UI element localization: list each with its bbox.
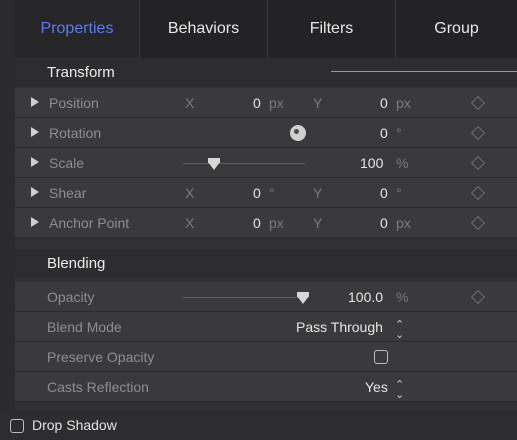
unit-label: px [396,95,411,111]
x-label: X [185,215,195,231]
keyframe-diamond-icon[interactable] [470,185,486,201]
y-label: Y [313,95,323,111]
drop-shadow-checkbox[interactable] [10,419,24,433]
tab-properties[interactable]: Properties [15,0,140,58]
row-label: Scale [49,155,85,171]
opacity-value[interactable]: 100.0 [348,289,383,305]
row-label: Shear [49,185,87,201]
y-label: Y [313,215,323,231]
up-down-chevron-icon[interactable]: ⌃ ⌄ [395,380,404,401]
scale-value[interactable]: 100 [360,155,383,171]
tab-filters[interactable]: Filters [268,0,396,58]
row-label: Position [49,95,99,111]
rotation-dial-icon[interactable] [290,125,306,141]
tab-label: Filters [309,20,354,37]
anchor-y-value[interactable]: 0 [380,215,388,231]
tab-label: Behaviors [167,20,240,37]
unit-label: ° [396,125,402,141]
row-label: Opacity [47,289,95,305]
y-label: Y [313,185,323,201]
drop-shadow-row: Drop Shadow [0,410,517,440]
unit-label: px [269,215,284,231]
tab-label: Properties [40,20,114,37]
unit-label: % [396,155,409,171]
disclosure-triangle-icon[interactable] [31,157,39,167]
row-preserve-opacity: Preserve Opacity [15,342,517,372]
keyframe-diamond-icon[interactable] [470,95,486,111]
disclosure-triangle-icon[interactable] [31,187,39,197]
row-position: Position X 0 px Y 0 px [15,88,517,118]
keyframe-diamond-icon[interactable] [470,215,486,231]
rotation-value[interactable]: 0 [380,125,388,141]
unit-label: % [396,289,409,305]
scale-slider-track[interactable] [183,163,305,164]
row-anchor-point: Anchor Point X 0 px Y 0 px [15,208,517,238]
tab-label: Group [434,20,479,37]
section-header-transform[interactable]: Transform [15,58,517,87]
position-y-value[interactable]: 0 [380,95,388,111]
unit-label: px [396,215,411,231]
row-rotation: Rotation 0 ° [15,118,517,148]
tab-bar: Properties Behaviors Filters Group [15,0,517,58]
tab-group[interactable]: Group [396,0,517,58]
section-divider [331,71,517,72]
row-scale: Scale 100 % [15,148,517,178]
keyframe-diamond-icon[interactable] [470,125,486,141]
tab-behaviors[interactable]: Behaviors [140,0,268,58]
up-down-chevron-icon[interactable]: ⌃ ⌄ [395,320,404,341]
preserve-opacity-checkbox[interactable] [374,350,388,364]
section-title: Transform [47,64,115,81]
opacity-slider-track[interactable] [183,297,305,298]
disclosure-triangle-icon[interactable] [31,97,39,107]
drop-shadow-label: Drop Shadow [32,417,117,433]
x-label: X [185,95,195,111]
unit-label: ° [269,185,275,201]
scale-slider-thumb[interactable] [208,158,220,170]
blend-mode-popup[interactable]: Pass Through [296,319,383,335]
row-opacity: Opacity 100.0 % [15,282,517,312]
row-casts-reflection: Casts Reflection Yes ⌃ ⌄ [15,372,517,402]
section-header-blending[interactable]: Blending [15,249,517,278]
unit-label: px [269,95,284,111]
opacity-slider-thumb[interactable] [297,292,309,304]
row-label: Blend Mode [47,319,122,335]
unit-label: ° [396,185,402,201]
keyframe-diamond-icon[interactable] [470,155,486,171]
anchor-x-value[interactable]: 0 [253,215,261,231]
shear-y-value[interactable]: 0 [380,185,388,201]
casts-reflection-popup[interactable]: Yes [365,379,388,395]
row-blend-mode: Blend Mode Pass Through ⌃ ⌄ [15,312,517,342]
position-x-value[interactable]: 0 [253,95,261,111]
row-label: Preserve Opacity [47,349,155,365]
row-label: Casts Reflection [47,379,149,395]
row-label: Rotation [49,125,102,141]
row-label: Anchor Point [49,215,130,231]
keyframe-diamond-icon[interactable] [470,289,486,305]
inspector-panel: Properties Behaviors Filters Group Trans… [15,0,517,440]
disclosure-triangle-icon[interactable] [31,217,39,227]
row-shear: Shear X 0 ° Y 0 ° [15,178,517,208]
shear-x-value[interactable]: 0 [253,185,261,201]
disclosure-triangle-icon[interactable] [31,127,39,137]
x-label: X [185,185,195,201]
section-title: Blending [47,255,106,272]
